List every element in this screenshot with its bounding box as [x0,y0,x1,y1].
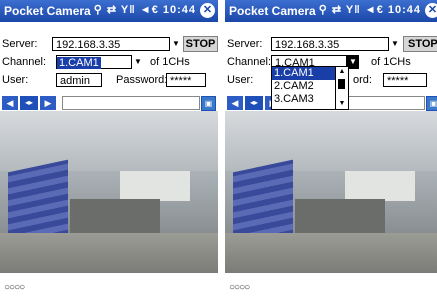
channel-switch-icon[interactable]: ◂▸ [20,96,38,110]
status-icons: ⚲ ⇄ Y‖ ◄€ 10:44 [318,4,421,16]
stop-button[interactable]: STOP [403,36,437,52]
chevron-down-icon[interactable]: ▼ [131,55,144,69]
user-value: admin [60,75,90,87]
dropdown-scrollbar[interactable]: ▲ ▼ [335,66,349,110]
channel-switch-icon[interactable]: ◂▸ [245,96,263,110]
password-input[interactable]: ***** [383,73,427,87]
password-label: ord: [353,74,372,86]
user-label: User: [2,74,29,86]
progress-dots: ○○○○ [229,282,250,293]
password-label: Password: [116,74,168,86]
server-input[interactable]: 192.168.3.35 ▼ [271,37,401,51]
progress-dots: ○○○○ [4,282,25,293]
user-label: User: [227,74,254,86]
password-value: ***** [170,75,192,87]
server-input[interactable]: 192.168.3.35 ▼ [52,37,182,51]
scroll-thumb[interactable] [338,79,345,89]
prev-icon[interactable]: ◀ [2,96,18,110]
channel-count: of 1CHs [150,56,190,68]
channel-select[interactable]: 1.CAM1 ▼ [56,55,144,69]
title-bar: Pocket Camera ⚲ ⇄ Y‖ ◄€ 10:44 ✕ [225,0,437,22]
channel-dropdown-list[interactable]: 1.CAM1 2.CAM2 3.CAM3 ▲ ▼ [271,66,349,110]
channel-label: Channel: [227,56,272,68]
next-icon[interactable]: ▶ [40,96,56,110]
video-window [120,171,190,201]
title-bar: Pocket Camera ⚲ ⇄ Y‖ ◄€ 10:44 ✕ [0,0,218,22]
password-input[interactable]: ***** [166,73,206,87]
server-label: Server: [2,38,38,50]
camera-video [225,111,437,273]
server-label: Server: [227,38,263,50]
video-floor [0,233,218,273]
chevron-down-icon[interactable]: ▼ [388,37,401,51]
server-value: 192.168.3.35 [275,39,340,51]
video-floor [225,233,437,273]
server-value: 192.168.3.35 [56,39,121,51]
channel-label: Channel: [2,56,47,68]
scroll-down-icon[interactable]: ▼ [336,99,348,109]
chevron-down-icon[interactable]: ▼ [169,37,182,51]
channel-value: 1.CAM1 [57,57,101,69]
password-value: ***** [387,75,409,87]
video-ceiling [225,111,437,171]
nav-toolbar: ◀ ◂▸ ▶ ▣ [0,95,218,111]
user-input[interactable]: admin [56,73,102,87]
divider [218,0,225,297]
close-icon[interactable]: ✕ [200,3,215,18]
right-screen: Pocket Camera ⚲ ⇄ Y‖ ◄€ 10:44 ✕ Server: … [225,0,437,297]
scroll-up-icon[interactable]: ▲ [336,67,348,77]
close-icon[interactable]: ✕ [425,3,437,18]
video-window [345,171,415,201]
stop-button[interactable]: STOP [183,36,218,52]
fullscreen-icon[interactable]: ▣ [201,96,216,111]
app-title: Pocket Camera [229,4,316,18]
prev-icon[interactable]: ◀ [227,96,243,110]
video-ceiling [0,111,218,171]
left-screen: Pocket Camera ⚲ ⇄ Y‖ ◄€ 10:44 ✕ Server: … [0,0,218,297]
channel-count: of 1CHs [371,56,411,68]
app-title: Pocket Camera [4,4,91,18]
fullscreen-icon[interactable]: ▣ [426,96,437,111]
info-box [62,96,200,110]
status-icons: ⚲ ⇄ Y‖ ◄€ 10:44 [93,4,196,16]
camera-video [0,111,218,273]
